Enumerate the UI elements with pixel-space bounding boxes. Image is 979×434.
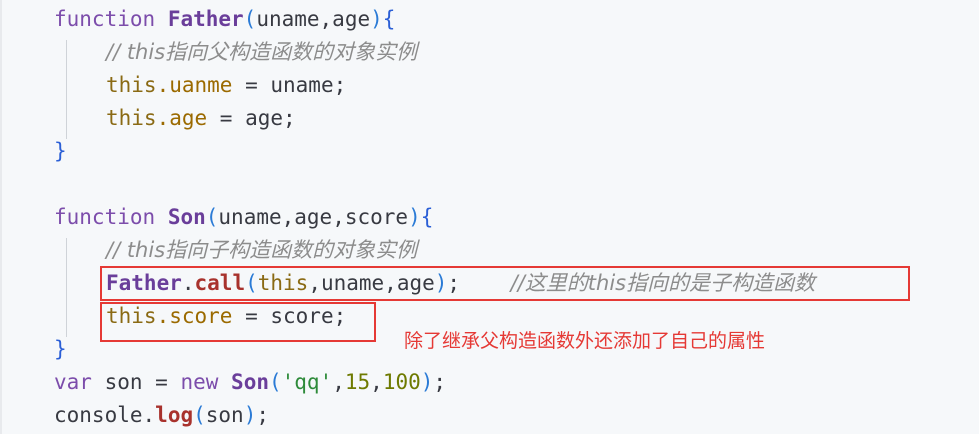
highlight-box-call	[100, 266, 910, 301]
code-line-4: this.age = age;	[106, 106, 296, 130]
code-line-2: // this指向父构造函数的对象实例	[106, 40, 418, 64]
code-editor[interactable]: function Father(uname,age){ // this指向父构造…	[0, 0, 979, 434]
highlight-box-score	[100, 302, 376, 342]
code-line-13: console.log(son);	[54, 403, 270, 427]
code-line-1: function Father(uname,age){	[54, 7, 396, 31]
code-line-3: this.uanme = uname;	[106, 73, 347, 97]
annotation-text: 除了继承父构造函数外还添加了自己的属性	[404, 330, 766, 352]
code-line-7: function Son(uname,age,score){	[54, 205, 434, 229]
code-line-12: var son = new Son('qq',15,100);	[54, 370, 447, 394]
code-line-8: // this指向子构造函数的对象实例	[106, 238, 418, 262]
code-line-5: }	[54, 139, 67, 163]
code-line-11: }	[54, 337, 67, 361]
